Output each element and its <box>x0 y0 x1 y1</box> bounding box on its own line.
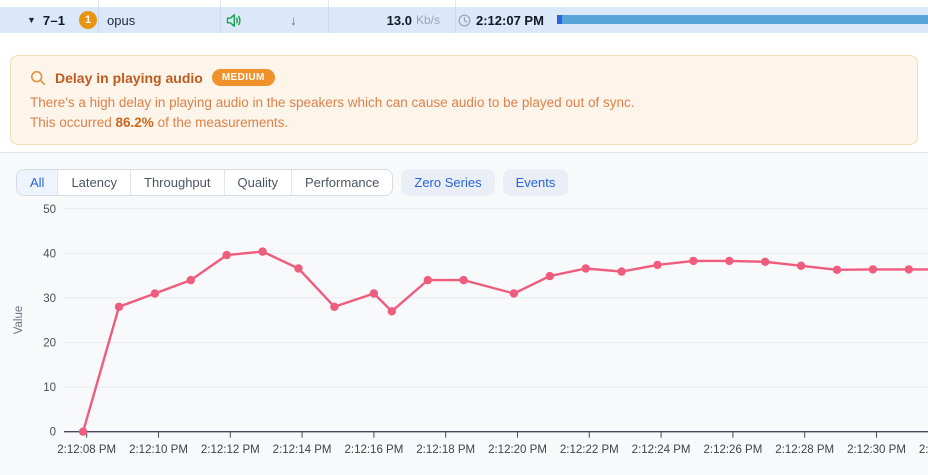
timestamp: 2:12:07 PM <box>476 13 544 28</box>
y-tick-label: 50 <box>43 204 56 216</box>
data-point[interactable] <box>582 264 590 272</box>
data-point[interactable] <box>869 265 877 273</box>
column-divider <box>220 7 221 33</box>
data-point[interactable] <box>510 289 518 297</box>
data-point[interactable] <box>546 272 554 280</box>
alert-description: There's a high delay in playing audio in… <box>30 95 898 110</box>
column-divider <box>328 7 329 33</box>
alert-title: Delay in playing audio <box>55 70 203 86</box>
data-point[interactable] <box>115 303 123 311</box>
alert-occurrence: This occurred 86.2% of the measurements. <box>30 115 898 130</box>
data-point[interactable] <box>294 264 302 272</box>
occurrence-percent: 86.2% <box>116 115 154 130</box>
x-tick-label: 2:12:24 PM <box>632 444 691 456</box>
collapse-caret-icon[interactable]: ▼ <box>27 15 36 25</box>
data-point[interactable] <box>761 258 769 266</box>
x-tick-label: 2:12:20 PM <box>488 444 547 456</box>
series-filter-group: All Latency Throughput Quality Performan… <box>16 169 393 196</box>
data-point[interactable] <box>689 257 697 265</box>
audio-delay-alert: Delay in playing audio MEDIUM There's a … <box>10 55 918 145</box>
progress-main-segment <box>562 15 928 24</box>
y-tick-label: 30 <box>43 293 56 305</box>
data-point[interactable] <box>79 428 87 436</box>
y-tick-label: 0 <box>50 427 56 439</box>
column-divider <box>455 7 456 33</box>
data-point[interactable] <box>617 267 625 275</box>
issue-count-badge: 1 <box>79 11 97 29</box>
tab-all[interactable]: All <box>17 170 57 195</box>
x-tick-label: 2:12:32 PM <box>919 444 928 456</box>
stream-stats-panel: ▼ 7–1 1 opus ↓ 13.0 Kb/s 2:12:07 PM <box>0 0 928 475</box>
y-axis-title: Value <box>13 306 25 335</box>
data-point[interactable] <box>370 289 378 297</box>
stream-row[interactable]: ▼ 7–1 1 opus ↓ 13.0 Kb/s 2:12:07 PM <box>0 7 928 33</box>
y-tick-label: 20 <box>43 338 56 350</box>
x-tick-label: 2:12:10 PM <box>129 444 188 456</box>
x-tick-label: 2:12:30 PM <box>847 444 906 456</box>
data-point[interactable] <box>151 289 159 297</box>
zero-series-button[interactable]: Zero Series <box>401 169 494 196</box>
magnifier-icon <box>30 70 46 86</box>
data-point[interactable] <box>725 257 733 265</box>
y-tick-label: 40 <box>43 248 56 260</box>
stream-id-cell[interactable]: ▼ 7–1 <box>27 7 65 33</box>
x-tick-label: 2:12:26 PM <box>703 444 762 456</box>
column-divider <box>328 0 329 7</box>
data-point[interactable] <box>223 251 231 259</box>
speaker-icon <box>226 7 243 33</box>
tab-throughput[interactable]: Throughput <box>130 170 224 195</box>
x-tick-label: 2:12:14 PM <box>273 444 332 456</box>
x-tick-label: 2:12:28 PM <box>775 444 834 456</box>
x-tick-label: 2:12:22 PM <box>560 444 619 456</box>
data-point[interactable] <box>459 276 467 284</box>
stream-id: 7–1 <box>43 13 65 28</box>
series-line <box>83 252 928 432</box>
column-divider <box>98 0 99 7</box>
data-point[interactable] <box>833 266 841 274</box>
tab-latency[interactable]: Latency <box>57 170 130 195</box>
data-point[interactable] <box>797 262 805 270</box>
stream-progress-bar[interactable] <box>557 15 928 24</box>
timestamp-cell: 2:12:07 PM <box>458 7 544 33</box>
codec-label: opus <box>107 7 135 33</box>
x-tick-label: 2:12:12 PM <box>201 444 260 456</box>
data-point[interactable] <box>330 303 338 311</box>
severity-badge: MEDIUM <box>212 69 275 86</box>
tab-quality[interactable]: Quality <box>224 170 291 195</box>
bitrate-cell: 13.0 Kb/s <box>330 7 440 33</box>
y-tick-label: 10 <box>43 382 56 394</box>
column-divider <box>98 7 99 33</box>
data-point[interactable] <box>258 247 266 255</box>
column-divider <box>220 0 221 7</box>
column-divider <box>455 0 456 7</box>
x-tick-label: 2:12:16 PM <box>344 444 403 456</box>
clock-icon <box>458 14 471 27</box>
x-tick-label: 2:12:18 PM <box>416 444 475 456</box>
data-point[interactable] <box>388 307 396 315</box>
bitrate-value: 13.0 <box>387 13 412 28</box>
tab-performance[interactable]: Performance <box>291 170 392 195</box>
chart-filter-tabs: All Latency Throughput Quality Performan… <box>16 169 568 196</box>
bitrate-unit: Kb/s <box>416 13 440 27</box>
data-point[interactable] <box>187 276 195 284</box>
events-button[interactable]: Events <box>503 169 569 196</box>
data-point[interactable] <box>653 261 661 269</box>
data-point[interactable] <box>424 276 432 284</box>
x-tick-label: 2:12:08 PM <box>57 444 116 456</box>
inbound-arrow-icon: ↓ <box>290 7 297 33</box>
table-column-borders <box>0 0 928 7</box>
data-point[interactable] <box>905 265 913 273</box>
value-line-chart[interactable]: 0 10 20 30 40 50 2:12:08 PM 2:12:10 PM 2:12:12 P… <box>0 196 928 475</box>
